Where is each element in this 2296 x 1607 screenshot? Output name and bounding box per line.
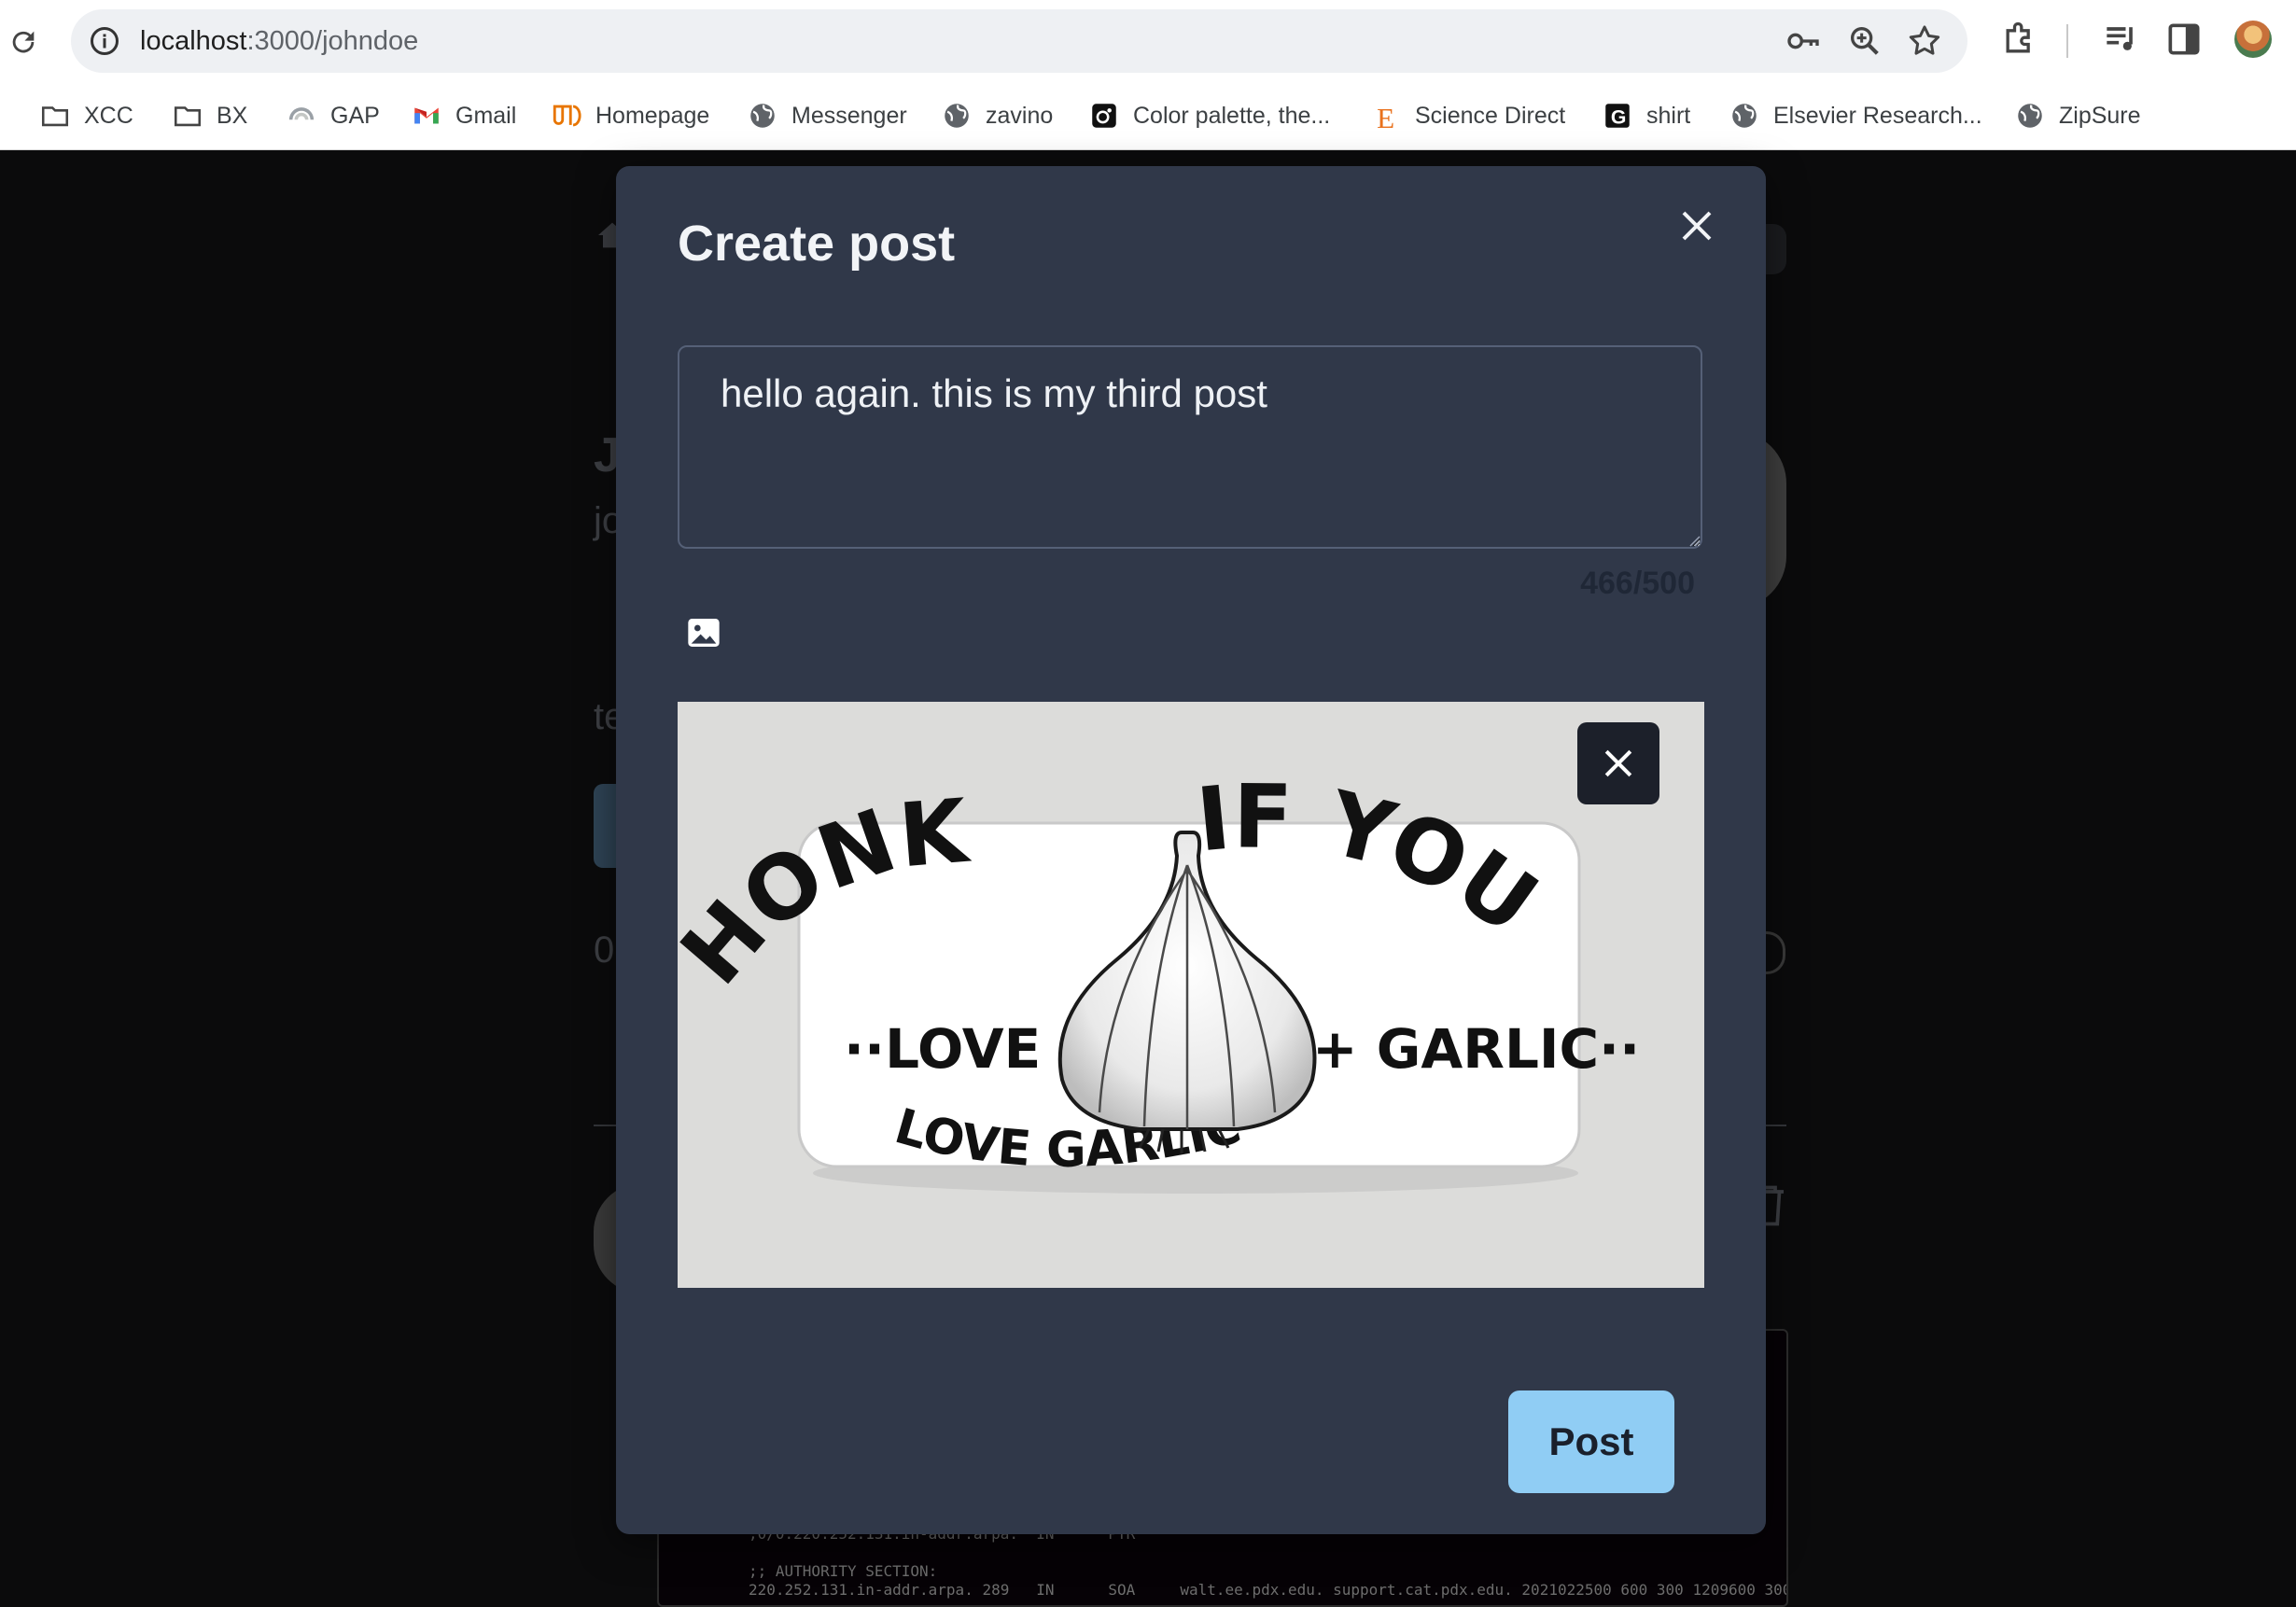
media-queue-icon[interactable]	[2100, 19, 2141, 60]
address-bar[interactable]: localhost:3000/johndoe	[71, 9, 1967, 73]
bookmark-zipsure[interactable]: ZipSure	[2014, 97, 2141, 134]
browser-chrome: localhost:3000/johndoe XCC BX GAP Gmail …	[0, 0, 2296, 150]
bookmark-label: Elsevier Research...	[1773, 102, 1982, 129]
profile-avatar[interactable]	[2234, 21, 2272, 58]
bookmark-label: XCC	[84, 102, 133, 129]
modal-title: Create post	[678, 216, 956, 272]
gmail-icon	[411, 100, 442, 132]
zoom-icon[interactable]	[1846, 22, 1883, 60]
palette-app-icon	[1088, 100, 1120, 132]
bookmark-elsevier-research[interactable]: Elsevier Research...	[1729, 97, 1982, 134]
reload-icon[interactable]	[7, 26, 39, 58]
utd-icon	[551, 100, 582, 132]
gap-icon	[286, 100, 317, 132]
password-key-icon[interactable]	[1785, 22, 1822, 60]
extensions-icon[interactable]	[1999, 19, 2040, 60]
globe-icon	[941, 100, 973, 132]
elsevier-e-icon: E	[1370, 100, 1402, 132]
svg-text:E: E	[1377, 102, 1394, 132]
svg-text:G: G	[1611, 106, 1627, 129]
background-count-fragment: 0	[594, 929, 615, 971]
create-post-modal: Create post hello again. this is my thir…	[616, 166, 1766, 1534]
honk-garlic-sticker-image: HONK IF YOU ··LOVE + + GARLIC·· LOVE GAR…	[678, 767, 1640, 1194]
post-text-input[interactable]: hello again. this is my third post	[678, 345, 1702, 549]
globe-icon	[2014, 100, 2046, 132]
url-text: localhost:3000/johndoe	[140, 26, 419, 56]
bookmark-label: Homepage	[595, 102, 710, 129]
g-icon: G	[1602, 100, 1633, 132]
bookmark-label: zavino	[986, 102, 1054, 129]
bookmark-label: GAP	[330, 102, 380, 129]
bookmark-label: Gmail	[455, 102, 517, 129]
character-counter: 466/500	[1580, 566, 1695, 601]
bookmark-label: shirt	[1646, 102, 1691, 129]
toolbar-separator	[2066, 24, 2068, 58]
bookmark-bx[interactable]: BX	[172, 97, 247, 134]
folder-icon	[39, 100, 71, 132]
globe-icon	[1729, 100, 1760, 132]
close-icon	[1604, 749, 1632, 777]
bookmark-homepage[interactable]: Homepage	[551, 97, 709, 134]
bookmark-science-direct[interactable]: E Science Direct	[1370, 97, 1565, 134]
bookmark-shirt[interactable]: G shirt	[1602, 97, 1690, 134]
bookmark-label: Color palette, the...	[1133, 102, 1331, 129]
bookmark-color-palette[interactable]: Color palette, the...	[1088, 97, 1330, 134]
bookmark-zavino[interactable]: zavino	[941, 97, 1053, 134]
bookmark-label: Messenger	[791, 102, 907, 129]
image-preview: HONK IF YOU ··LOVE + + GARLIC·· LOVE GAR…	[678, 702, 1704, 1288]
site-info-icon[interactable]	[88, 24, 121, 58]
remove-image-button[interactable]	[1577, 722, 1659, 804]
bookmark-gmail[interactable]: Gmail	[411, 97, 516, 134]
image-upload-icon[interactable]	[685, 614, 722, 651]
bookmark-label: ZipSure	[2059, 102, 2141, 129]
bookmark-label: BX	[217, 102, 248, 129]
bookmark-xcc[interactable]: XCC	[39, 97, 133, 134]
terminal-line: ;; AUTHORITY SECTION:	[749, 1562, 938, 1580]
folder-icon	[172, 100, 203, 132]
sticker-text-garlic: + GARLIC··	[1312, 1017, 1640, 1081]
resize-grip-icon[interactable]	[1687, 534, 1701, 547]
post-button[interactable]: Post	[1508, 1390, 1674, 1493]
close-icon[interactable]	[1674, 203, 1719, 248]
bookmark-gap[interactable]: GAP	[286, 97, 380, 134]
bookmark-star-icon[interactable]	[1906, 22, 1943, 60]
terminal-line: 220.252.131.in-addr.arpa. 289 IN SOA wal…	[749, 1581, 1788, 1599]
bookmark-label: Science Direct	[1415, 102, 1566, 129]
side-panel-icon[interactable]	[2163, 19, 2205, 60]
globe-icon	[747, 100, 778, 132]
bookmark-messenger[interactable]: Messenger	[747, 97, 907, 134]
bookmarks-bar: XCC BX GAP Gmail Homepage Messenger zavi…	[0, 90, 2296, 142]
